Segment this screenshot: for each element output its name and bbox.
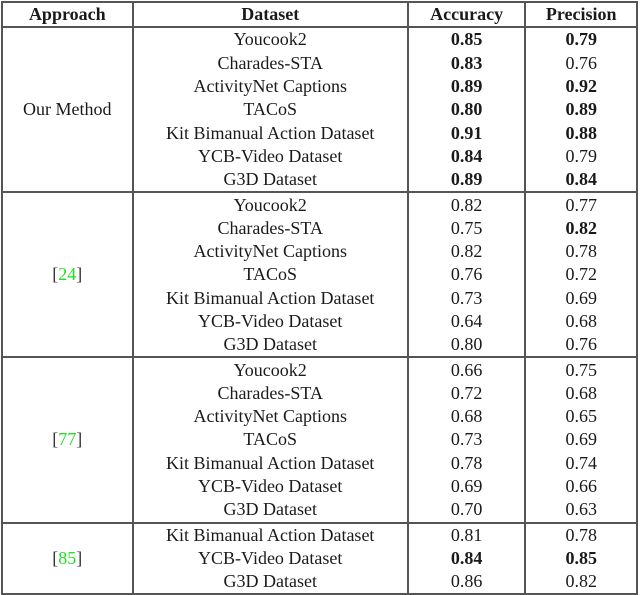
bracket-close: ] — [76, 264, 83, 285]
precision-cell: 0.92 — [524, 74, 638, 99]
precision-cell: 0.82 — [524, 570, 638, 595]
accuracy-cell: 0.68 — [406, 405, 527, 429]
citation-link[interactable]: 24 — [58, 264, 76, 284]
precision-cell: 0.79 — [524, 26, 638, 52]
bracket-close: ] — [76, 547, 83, 568]
bracket-close: ] — [76, 429, 83, 450]
accuracy-cell: 0.64 — [406, 309, 527, 334]
precision-cell: 0.68 — [524, 309, 638, 334]
dataset-cell: Youcook2 — [131, 26, 409, 52]
dataset-cell: YCB-Video Dataset — [131, 546, 409, 571]
dataset-cell: ActivityNet Captions — [131, 74, 409, 99]
results-table: Approach Dataset Accuracy Precision Our … — [1, 1, 638, 595]
accuracy-cell: 0.89 — [406, 74, 527, 99]
precision-cell: 0.72 — [524, 263, 638, 287]
table-row: Our Method Youcook2 0.85 0.79 — [1, 26, 638, 193]
precision-cell: 0.84 — [524, 168, 638, 193]
accuracy-cell: 0.69 — [406, 474, 527, 499]
accuracy-cell: 0.86 — [406, 570, 527, 595]
dataset-cell: Charades-STA — [131, 51, 409, 75]
dataset-cell: G3D Dataset — [131, 333, 409, 358]
precision-cell: 0.69 — [524, 428, 638, 452]
dataset-cell: Kit Bimanual Action Dataset — [131, 451, 409, 475]
precision-cell: 0.75 — [524, 356, 638, 382]
accuracy-cell: 0.91 — [406, 121, 527, 145]
header-approach: Approach — [1, 2, 134, 28]
dataset-cell: Kit Bimanual Action Dataset — [131, 286, 409, 310]
approach-name: Our Method — [1, 26, 134, 193]
approach-reference[interactable]: [85] — [1, 521, 134, 595]
accuracy-cell: 0.85 — [406, 26, 527, 52]
precision-cell: 0.82 — [524, 216, 638, 240]
accuracy-cell: 0.72 — [406, 381, 527, 406]
precision-cell: 0.77 — [524, 191, 638, 217]
accuracy-cell: 0.78 — [406, 451, 527, 475]
dataset-cell: Kit Bimanual Action Dataset — [131, 121, 409, 145]
precision-cell: 0.69 — [524, 286, 638, 310]
accuracy-cell: 0.82 — [406, 191, 527, 217]
accuracy-cell: 0.73 — [406, 428, 527, 452]
header-row: Approach Dataset Accuracy Precision — [1, 2, 638, 28]
table-row: [85] Kit Bimanual Action Dataset 0.81 0.78 — [1, 521, 638, 595]
table-row: [77] Youcook2 0.66 0.75 — [1, 356, 638, 523]
accuracy-cell: 0.80 — [406, 98, 527, 122]
precision-cell: 0.76 — [524, 333, 638, 358]
citation-link[interactable]: 77 — [58, 429, 76, 449]
accuracy-cell: 0.70 — [406, 498, 527, 523]
citation-link[interactable]: 85 — [58, 548, 76, 568]
dataset-cell: YCB-Video Dataset — [131, 309, 409, 334]
header-precision: Precision — [524, 2, 638, 28]
precision-cell: 0.76 — [524, 51, 638, 75]
dataset-cell: G3D Dataset — [131, 168, 409, 193]
dataset-cell: YCB-Video Dataset — [131, 474, 409, 499]
accuracy-cell: 0.84 — [406, 144, 527, 169]
precision-cell: 0.63 — [524, 498, 638, 523]
approach-reference[interactable]: [24] — [1, 191, 134, 358]
dataset-cell: Kit Bimanual Action Dataset — [131, 521, 409, 547]
header-accuracy: Accuracy — [406, 2, 527, 28]
dataset-cell: YCB-Video Dataset — [131, 144, 409, 169]
accuracy-cell: 0.82 — [406, 239, 527, 264]
accuracy-cell: 0.83 — [406, 51, 527, 75]
dataset-cell: Charades-STA — [131, 216, 409, 240]
approach-reference[interactable]: [77] — [1, 356, 134, 523]
dataset-cell: TACoS — [131, 98, 409, 122]
precision-cell: 0.88 — [524, 121, 638, 145]
table-body: Our Method Youcook2 0.85 0.79 Charades-STA 0.… — [1, 26, 638, 595]
dataset-cell: Youcook2 — [131, 191, 409, 217]
precision-cell: 0.74 — [524, 451, 638, 475]
precision-cell: 0.68 — [524, 381, 638, 406]
accuracy-cell: 0.81 — [406, 521, 527, 547]
dataset-cell: G3D Dataset — [131, 570, 409, 595]
accuracy-cell: 0.89 — [406, 168, 527, 193]
precision-cell: 0.78 — [524, 521, 638, 547]
accuracy-cell: 0.80 — [406, 333, 527, 358]
precision-cell: 0.79 — [524, 144, 638, 169]
dataset-cell: Charades-STA — [131, 381, 409, 406]
accuracy-cell: 0.73 — [406, 286, 527, 310]
precision-cell: 0.78 — [524, 239, 638, 264]
dataset-cell: ActivityNet Captions — [131, 405, 409, 429]
accuracy-cell: 0.75 — [406, 216, 527, 240]
accuracy-cell: 0.76 — [406, 263, 527, 287]
precision-cell: 0.85 — [524, 546, 638, 571]
precision-cell: 0.89 — [524, 98, 638, 122]
header-dataset: Dataset — [131, 2, 409, 28]
precision-cell: 0.66 — [524, 474, 638, 499]
dataset-cell: TACoS — [131, 428, 409, 452]
accuracy-cell: 0.84 — [406, 546, 527, 571]
dataset-cell: TACoS — [131, 263, 409, 287]
dataset-cell: Youcook2 — [131, 356, 409, 382]
table-row: [24] Youcook2 0.82 0.77 — [1, 191, 638, 358]
precision-cell: 0.65 — [524, 405, 638, 429]
accuracy-cell: 0.66 — [406, 356, 527, 382]
dataset-cell: ActivityNet Captions — [131, 239, 409, 264]
dataset-cell: G3D Dataset — [131, 498, 409, 523]
